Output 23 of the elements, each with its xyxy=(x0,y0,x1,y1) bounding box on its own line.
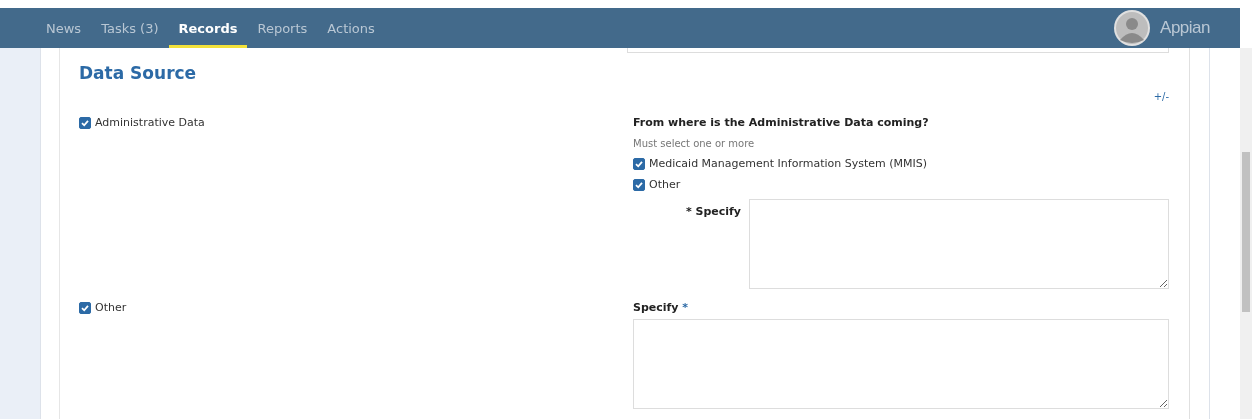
field-label: * Specify xyxy=(684,205,742,220)
collapse-toggle-link[interactable]: +/- xyxy=(1153,91,1169,102)
checkbox-label: Other xyxy=(95,301,127,314)
nav-tab[interactable]: Reports xyxy=(247,11,318,48)
section-title: Data Source xyxy=(79,63,198,83)
checkbox-icon[interactable] xyxy=(79,116,91,129)
checkbox[interactable]: Other xyxy=(79,301,633,314)
nav-tab[interactable]: Actions xyxy=(317,11,385,48)
hint-text: Must select one or more xyxy=(633,138,756,149)
checkbox-icon[interactable] xyxy=(79,301,91,314)
brand-logo: Appian xyxy=(1160,18,1210,38)
checkbox-icon[interactable] xyxy=(633,178,645,191)
checkbox-label: Administrative Data xyxy=(95,116,205,129)
nav-tab[interactable]: Tasks (3) xyxy=(91,11,169,48)
field-label: Specify * xyxy=(633,301,690,314)
checkbox-label: Other xyxy=(649,178,681,191)
checkbox-icon[interactable] xyxy=(633,157,645,170)
question-label: From where is the Administrative Data coming? xyxy=(633,116,930,129)
avatar-icon[interactable] xyxy=(1114,10,1151,46)
scrollbar[interactable] xyxy=(1240,48,1252,419)
checkbox-label: Medicaid Management Information System (MMIS) xyxy=(649,157,928,170)
checkbox[interactable]: Administrative Data xyxy=(79,116,633,129)
nav-tab[interactable]: News xyxy=(36,11,92,48)
